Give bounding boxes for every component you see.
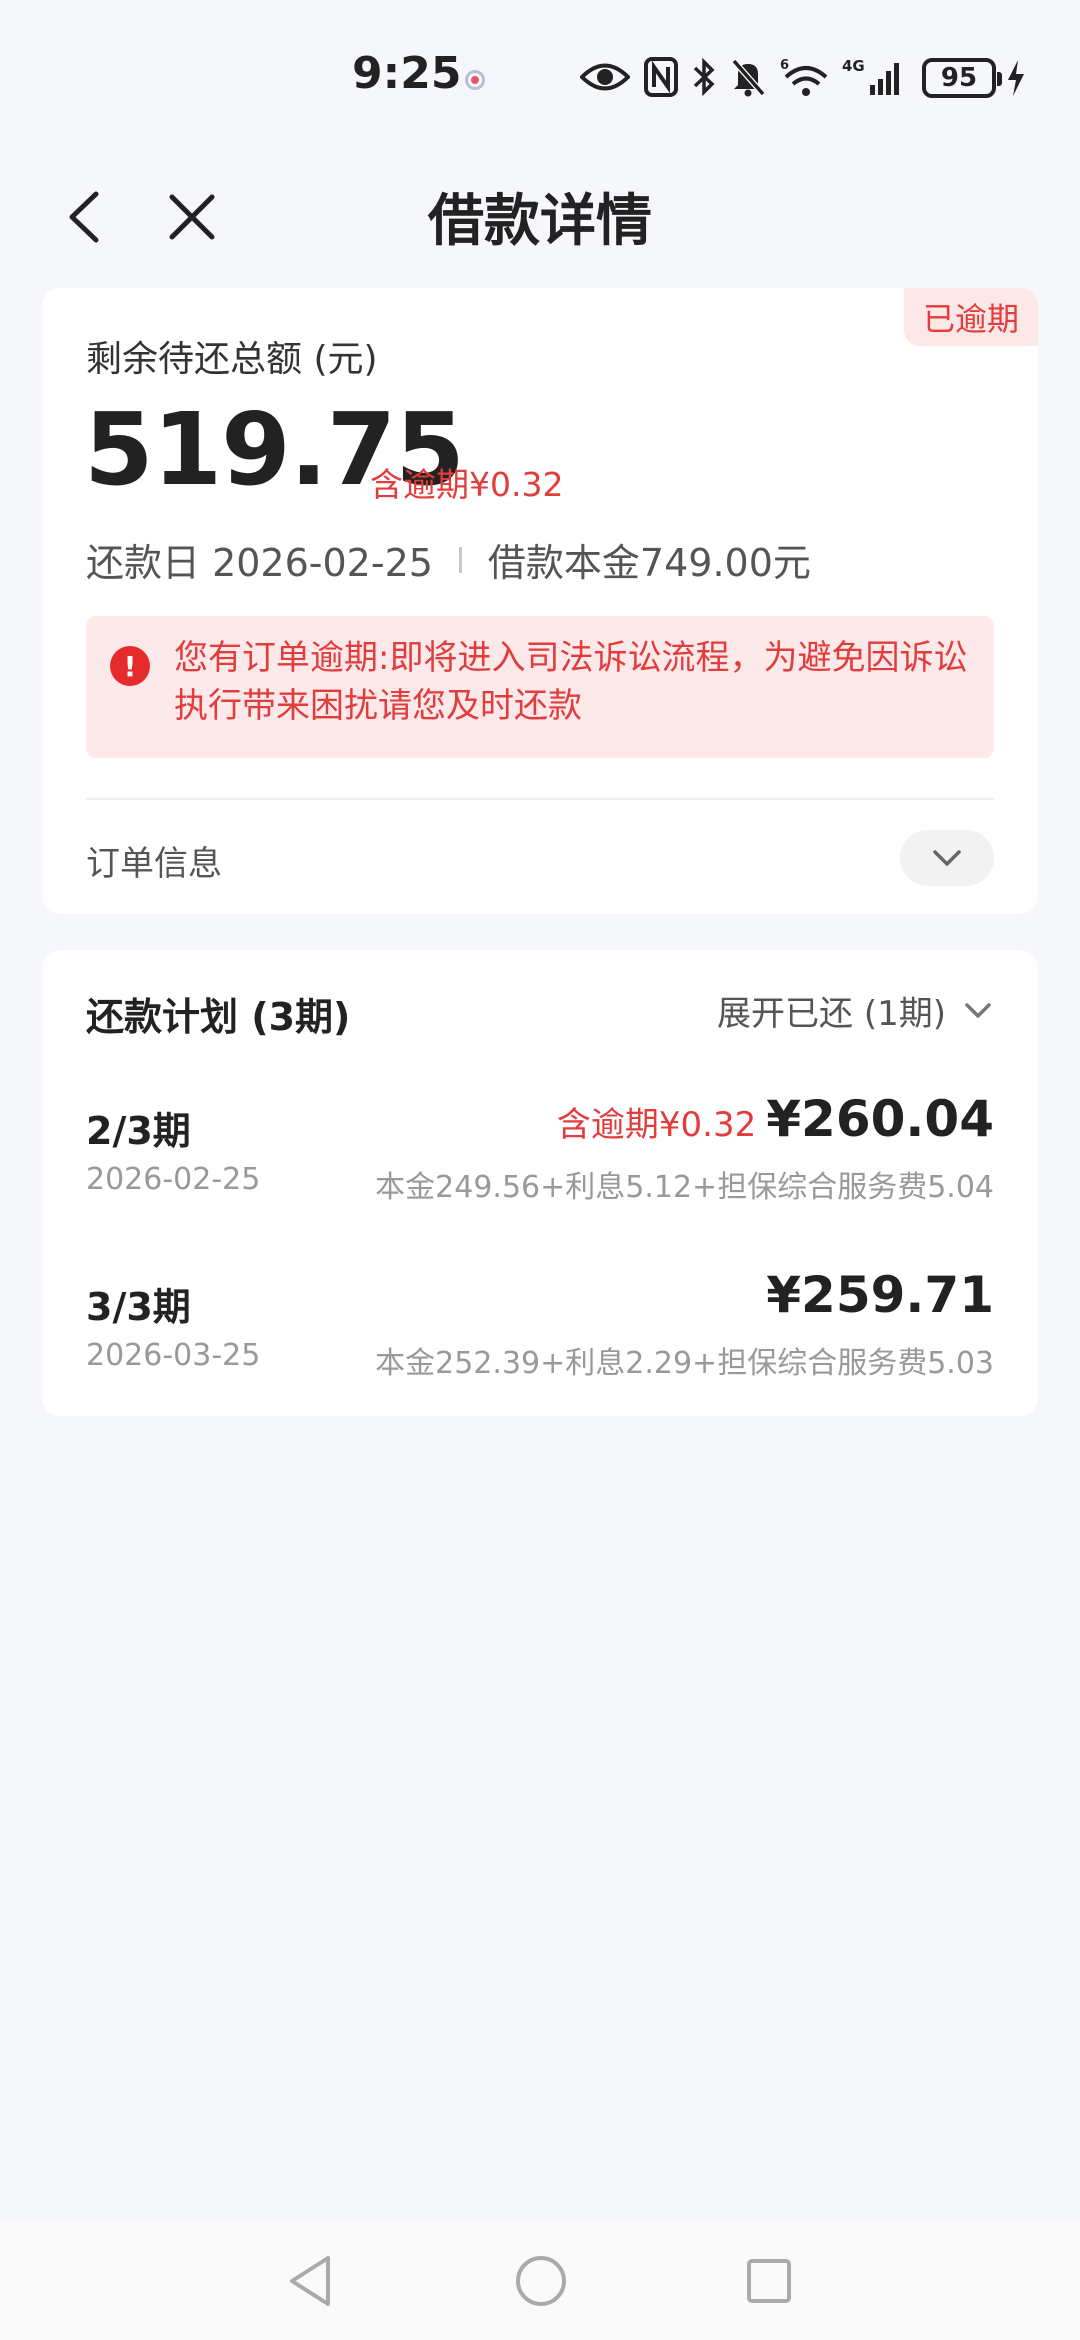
mute-icon (730, 55, 766, 99)
plan-row[interactable]: 2/3期 2026-02-25 含逾期¥0.32 ¥260.04 本金249.5… (86, 1090, 994, 1230)
plan-overdue-amount: 含逾期¥0.32 (556, 1105, 757, 1145)
plan-breakdown: 本金249.56+利息5.12+担保综合服务费5.04 (375, 1170, 994, 1205)
square-recent-icon (747, 2259, 791, 2303)
expand-paid-label: 展开已还 (1期) (717, 994, 946, 1034)
bluetooth-icon (692, 55, 716, 99)
charging-icon (1006, 58, 1026, 102)
eye-icon (580, 55, 630, 99)
wifi-icon: 6 (780, 55, 828, 99)
overdue-badge: 已逾期 (904, 288, 1038, 346)
overdue-alert: ! 您有订单逾期:即将进入司法诉讼流程，为避免因诉讼执行带来困扰请您及时还款 (86, 616, 994, 758)
plan-amount-line: 含逾期¥0.32 ¥260.04 (557, 1090, 994, 1148)
principal-label: 借款本金749.00元 (487, 541, 811, 585)
repayment-plan-card: 还款计划 (3期) 展开已还 (1期) 2/3期 2026-02-25 含逾期¥… (42, 950, 1038, 1416)
plan-breakdown: 本金252.39+利息2.29+担保综合服务费5.03 (375, 1346, 994, 1381)
triangle-back-icon (290, 2256, 330, 2306)
page-title: 借款详情 (428, 189, 652, 254)
plan-row[interactable]: 3/3期 2026-03-25 ¥259.71 本金252.39+利息2.29+… (86, 1266, 994, 1406)
nav-bar: 借款详情 (0, 150, 1080, 280)
due-row: 还款日 2026-02-25 借款本金749.00元 (86, 532, 811, 587)
expand-paid-button[interactable]: 展开已还 (1期) (717, 986, 992, 1035)
circle-home-icon (516, 2256, 566, 2306)
alert-text: 您有订单逾期:即将进入司法诉讼流程，为避免因诉讼执行带来困扰请您及时还款 (174, 638, 968, 726)
plan-amount: ¥259.71 (766, 1266, 994, 1324)
due-date-label: 还款日 2026-02-25 (86, 541, 433, 585)
nfc-icon (644, 55, 678, 99)
order-info-label: 订单信息 (86, 844, 222, 884)
plan-amount: ¥260.04 (766, 1090, 994, 1148)
alert-icon: ! (110, 646, 150, 686)
remain-label: 剩余待还总额 (元) (86, 339, 378, 380)
chevron-down-icon (965, 1002, 991, 1018)
plan-date: 2026-02-25 (86, 1162, 261, 1197)
signal-icon: 4G (842, 55, 906, 99)
screen-record-icon (465, 70, 485, 90)
battery-icon: 95 (922, 58, 1002, 98)
plan-title: 还款计划 (3期) (86, 995, 351, 1039)
loan-summary-card: 已逾期 剩余待还总额 (元) 519.75 含逾期¥0.32 还款日 2026-… (42, 288, 1038, 914)
svg-text:6: 6 (780, 58, 789, 73)
chevron-down-icon (933, 850, 961, 866)
svg-text:4G: 4G (842, 57, 865, 75)
system-back-button[interactable] (278, 2248, 344, 2314)
status-time: 9:25 (352, 48, 462, 99)
status-bar: 9:25 6 4G 95 (0, 0, 1080, 150)
separator (458, 546, 462, 573)
system-nav-bar (0, 2220, 1080, 2340)
plan-period: 3/3期 (86, 1285, 191, 1329)
remain-overdue-amount: 含逾期¥0.32 (370, 465, 564, 504)
system-recent-button[interactable] (736, 2248, 802, 2314)
divider (86, 798, 994, 800)
plan-period: 2/3期 (86, 1109, 191, 1153)
system-home-button[interactable] (508, 2248, 574, 2314)
plan-date: 2026-03-25 (86, 1338, 261, 1373)
plan-amount-line: ¥259.71 (756, 1266, 994, 1324)
order-info-toggle[interactable] (900, 830, 994, 886)
